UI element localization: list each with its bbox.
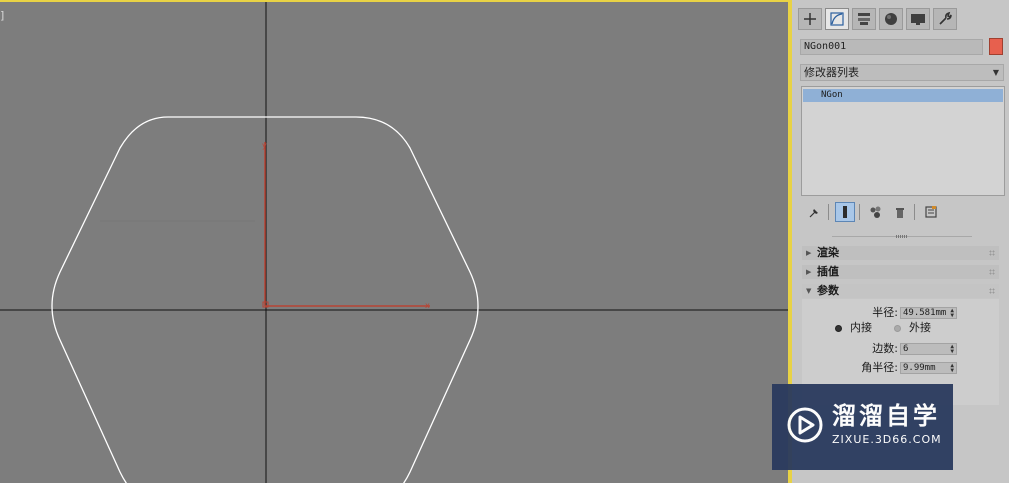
remove-modifier-button[interactable] <box>890 202 910 222</box>
sides-value: 6 <box>903 344 909 354</box>
collapse-triangle-icon: ▼ <box>806 287 812 295</box>
corner-radius-value: 9.99mm <box>903 363 936 373</box>
make-unique-icon <box>870 206 881 218</box>
rollout-rendering-label: 渲染 <box>817 246 839 259</box>
param-radius-row: 半径: 49.581mm ▲ ▼ <box>802 306 999 320</box>
sides-label: 边数: <box>872 342 898 355</box>
tab-display[interactable] <box>906 8 930 30</box>
param-corner-radius-row: 角半径: 9.99mm ▲ ▼ <box>802 361 999 375</box>
delete-modifier-icon <box>896 208 904 218</box>
expand-triangle-icon: ▶ <box>806 268 812 276</box>
modify-curve-icon <box>830 12 844 26</box>
modifier-stack[interactable]: NGon <box>801 86 1005 196</box>
grip-dots-icon <box>989 269 995 275</box>
grip-dots-icon <box>989 250 995 256</box>
object-color-swatch[interactable] <box>989 38 1003 55</box>
app-root: ] y x NGon001 修改器列表 ▼ NGon ▶ 渲染 ▶ 插值 ▼ 参… <box>0 0 1009 483</box>
panel-divider[interactable] <box>832 235 972 238</box>
sides-spinner[interactable]: 6 ▲ ▼ <box>900 343 957 355</box>
modifier-list-label: 修改器列表 <box>804 66 859 79</box>
inscribed-radio[interactable] <box>835 325 842 332</box>
circumscribed-label: 外接 <box>909 321 931 334</box>
viewport-top[interactable]: ] y x <box>0 0 790 483</box>
toolbar-separator <box>914 204 915 220</box>
rollout-parameters[interactable]: ▼ 参数 <box>802 284 999 298</box>
show-end-result-icon <box>843 206 847 218</box>
toolbar-separator <box>828 204 829 220</box>
spinner-arrows-icon[interactable]: ▲ ▼ <box>950 344 954 355</box>
command-panel-tabs <box>798 8 957 32</box>
stack-toolbar <box>804 202 945 222</box>
tab-modify[interactable] <box>825 8 849 30</box>
rollout-interpolation-label: 插值 <box>817 265 839 278</box>
show-end-result-button[interactable] <box>835 202 855 222</box>
wrench-icon <box>939 11 952 25</box>
spinner-arrows-icon[interactable]: ▲ ▼ <box>950 363 954 374</box>
param-sides-row: 边数: 6 ▲ ▼ <box>802 342 999 356</box>
configure-sets-icon <box>925 206 937 218</box>
tab-utilities[interactable] <box>933 8 957 30</box>
tab-motion[interactable] <box>879 8 903 30</box>
tab-create[interactable] <box>798 8 822 30</box>
hierarchy-icon <box>858 13 870 25</box>
configure-sets-button[interactable] <box>921 202 941 222</box>
watermark-overlay: 溜溜自学 ZIXUE.3D66.COM <box>772 384 953 470</box>
corner-radius-spinner[interactable]: 9.99mm ▲ ▼ <box>900 362 957 374</box>
radius-value: 49.581mm <box>903 308 947 318</box>
spinner-arrows-icon[interactable]: ▲ ▼ <box>950 308 954 319</box>
plus-icon <box>804 13 816 25</box>
toolbar-separator <box>859 204 860 220</box>
rollout-rendering[interactable]: ▶ 渲染 <box>802 246 999 260</box>
monitor-icon <box>911 14 925 25</box>
viewport-canvas[interactable]: y x <box>0 2 790 483</box>
circumscribed-radio[interactable] <box>894 325 901 332</box>
inscribed-label: 内接 <box>850 321 872 334</box>
grip-dots-icon <box>989 288 995 294</box>
rollout-parameters-label: 参数 <box>817 284 839 297</box>
corner-radius-label: 角半径: <box>861 361 898 374</box>
make-unique-button[interactable] <box>866 202 886 222</box>
chevron-down-icon: ▼ <box>992 68 999 77</box>
pin-icon <box>809 209 818 218</box>
play-logo-icon <box>787 407 823 443</box>
pin-stack-button[interactable] <box>804 202 824 222</box>
modifier-list-dropdown[interactable]: 修改器列表 ▼ <box>800 64 1004 81</box>
tab-hierarchy[interactable] <box>852 8 876 30</box>
watermark-subtitle: ZIXUE.3D66.COM <box>832 433 942 446</box>
radius-spinner[interactable]: 49.581mm ▲ ▼ <box>900 307 957 319</box>
radius-label: 半径: <box>872 306 898 319</box>
rollout-interpolation[interactable]: ▶ 插值 <box>802 265 999 279</box>
pivot-y-label: y <box>262 141 267 150</box>
motion-sphere-icon <box>885 13 897 25</box>
expand-triangle-icon: ▶ <box>806 249 812 257</box>
object-name-field[interactable]: NGon001 <box>800 39 983 55</box>
watermark-title: 溜溜自学 <box>832 402 940 430</box>
pivot-x-label: x <box>425 301 430 310</box>
stack-item-ngon[interactable]: NGon <box>803 89 1003 102</box>
